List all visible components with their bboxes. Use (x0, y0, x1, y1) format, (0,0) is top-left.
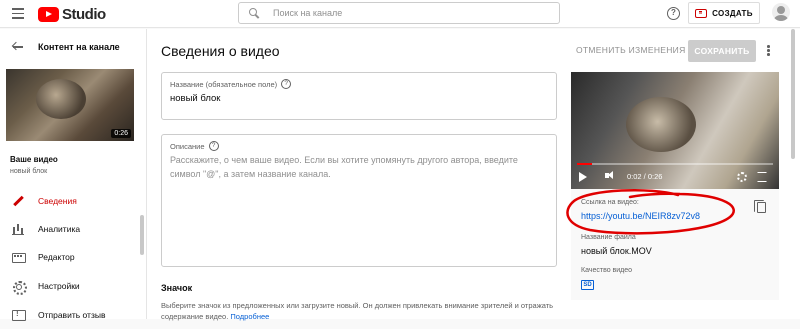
description-field[interactable]: Описание ? Расскажите, о чем ваше видео.… (161, 134, 557, 267)
create-button-label: СОЗДАТЬ (712, 8, 753, 18)
copy-icon[interactable] (754, 200, 766, 213)
fullscreen-icon[interactable] (757, 172, 767, 182)
more-options-icon[interactable] (766, 45, 770, 57)
sidebar-item-label: Сведения (38, 196, 77, 206)
help-icon[interactable]: ? (208, 141, 219, 151)
create-button[interactable]: СОЗДАТЬ (688, 2, 760, 24)
chart-icon (12, 223, 24, 235)
sidebar-item-editor[interactable]: Редактор (0, 243, 140, 271)
description-placeholder[interactable]: Расскажите, о чем ваше видео. Если вы хо… (170, 153, 550, 181)
sd-quality-badge: SD (581, 280, 594, 290)
video-frame (626, 97, 696, 152)
back-arrow-icon[interactable] (12, 41, 24, 53)
back-label: Контент на канале (38, 42, 120, 52)
help-icon[interactable]: ? (281, 79, 292, 89)
video-quality-label: Качество видео (581, 267, 633, 274)
menu-icon[interactable] (12, 8, 24, 19)
sidebar-item-analytics[interactable]: Аналитика (0, 215, 140, 243)
search-icon (249, 8, 259, 18)
avatar[interactable] (772, 3, 790, 21)
studio-logo[interactable]: Studio (38, 6, 106, 23)
page-scrollbar-thumb[interactable] (791, 29, 795, 159)
your-video-name: новый блок (10, 168, 48, 175)
thumbnail-image (36, 79, 86, 119)
video-link-label: Ссылка на видео: (581, 199, 639, 206)
main-content: Сведения о видео ОТМЕНИТЬ ИЗМЕНЕНИЯ СОХР… (147, 29, 800, 321)
search-box[interactable] (238, 2, 560, 24)
video-time: 0:02 / 0:26 (627, 172, 663, 181)
thumbnail-duration: 0:26 (111, 129, 131, 138)
settings-icon[interactable] (737, 172, 747, 182)
sidebar-item-label: Настройки (38, 281, 80, 291)
page-title: Сведения о видео (161, 43, 280, 59)
description-field-label: Описание ? (170, 141, 219, 151)
logo-text: Studio (62, 6, 106, 23)
file-name: новый блок.MOV (581, 246, 652, 256)
title-input[interactable]: новый блок (170, 93, 220, 104)
thumbnail-section-description: Выберите значок из предложенных или загр… (161, 301, 554, 321)
thumbnail-section-heading: Значок (161, 283, 193, 293)
sidebar-item-details[interactable]: Сведения (0, 187, 140, 215)
video-progress-fill (577, 163, 593, 165)
search-input[interactable] (273, 8, 553, 18)
top-bar: Studio ? СОЗДАТЬ (0, 0, 800, 28)
feedback-icon (12, 309, 26, 321)
undo-changes-button[interactable]: ОТМЕНИТЬ ИЗМЕНЕНИЯ (576, 45, 686, 55)
help-icon[interactable]: ? (667, 7, 680, 20)
description-label-text: Описание (170, 141, 205, 151)
sidebar-item-label: Редактор (38, 252, 75, 262)
pencil-icon (12, 195, 24, 207)
video-link[interactable]: https://youtu.be/NEIR8zv72v8 (581, 211, 700, 221)
title-field[interactable]: Название (обязательное поле) ? новый бло… (161, 72, 557, 120)
volume-icon[interactable] (605, 171, 613, 179)
sidebar-item-settings[interactable]: Настройки (0, 272, 140, 300)
video-preview-card: 0:02 / 0:26 Ссылка на видео: https://you… (571, 72, 779, 300)
video-player[interactable]: 0:02 / 0:26 (571, 72, 779, 189)
save-button[interactable]: СОХРАНИТЬ (688, 40, 756, 62)
learn-more-link[interactable]: Подробнее (230, 312, 269, 321)
video-progress-bar[interactable] (577, 163, 773, 165)
page-scrollbar[interactable] (790, 29, 796, 319)
title-field-label: Название (обязательное поле) ? (170, 79, 292, 89)
editor-icon (12, 251, 26, 263)
create-video-icon (695, 8, 708, 18)
sidebar-scrollbar[interactable] (140, 215, 144, 255)
sidebar-item-label: Аналитика (38, 224, 81, 234)
your-video-label: Ваше видео (10, 155, 58, 164)
sidebar-item-feedback[interactable]: Отправить отзыв (0, 301, 140, 329)
video-thumbnail[interactable]: 0:26 (6, 69, 134, 141)
gear-icon (12, 280, 27, 295)
file-name-label: Название файла (581, 234, 636, 241)
title-label-text: Название (обязательное поле) (170, 79, 278, 89)
youtube-logo-icon (38, 7, 59, 22)
play-icon[interactable] (579, 172, 587, 182)
back-to-content[interactable]: Контент на канале (0, 41, 147, 55)
sidebar: Контент на канале 0:26 Ваше видео новый … (0, 29, 147, 321)
